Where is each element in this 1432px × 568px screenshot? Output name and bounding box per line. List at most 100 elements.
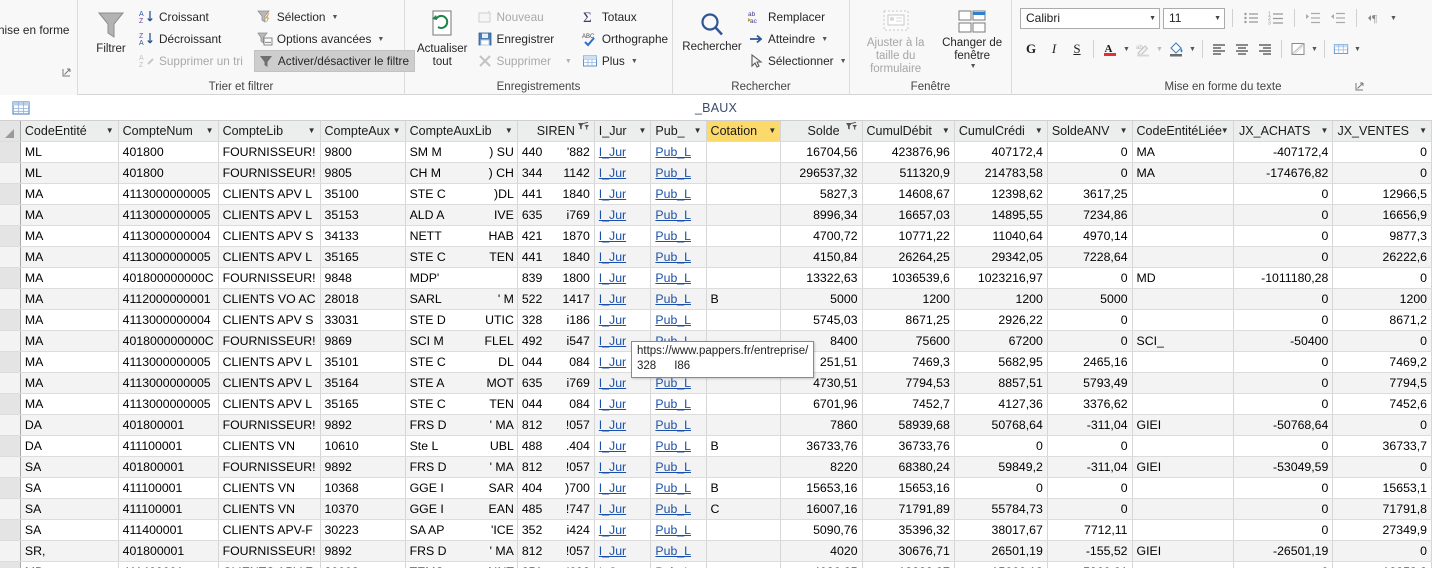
- cell-cumuld-bit[interactable]: 68380,24: [862, 456, 955, 478]
- cell-cumuld-bit[interactable]: 16657,03: [862, 204, 955, 226]
- cell-jx-achats[interactable]: 0: [1233, 246, 1334, 268]
- column-header-codeentit-li-e[interactable]: CodeEntitéLiée ▼: [1132, 121, 1234, 142]
- cell-codeentit-li-e[interactable]: [1132, 393, 1234, 415]
- cell-soldeanv[interactable]: 2465,16: [1047, 351, 1133, 373]
- cell-siren[interactable]: 404)700: [517, 477, 595, 499]
- table-row[interactable]: DA 411100001 CLIENTS VN 10610 Ste L UBL 488 .40…: [0, 435, 1432, 457]
- cell-soldeanv[interactable]: 0: [1047, 477, 1133, 499]
- cell-codeentit-li-e[interactable]: [1132, 288, 1234, 310]
- cell-jx-achats[interactable]: 0: [1233, 372, 1334, 394]
- cell-siren[interactable]: 044 084: [517, 351, 595, 373]
- cell-comptenum[interactable]: 411100001: [118, 477, 219, 499]
- cell-jx-achats[interactable]: -1011180,28: [1233, 267, 1334, 289]
- align-center-button[interactable]: [1231, 38, 1253, 60]
- chevron-down-icon[interactable]: ▼: [1389, 15, 1398, 22]
- table-row[interactable]: MA 4113000000005 CLIENTS APV L 35153 ALD A IV…: [0, 204, 1432, 226]
- cell-cumulcr-di[interactable]: 26501,19: [954, 540, 1048, 562]
- hyperlink-i_jur[interactable]: I_Jur: [599, 313, 626, 327]
- cell-compteauxlib[interactable]: STE C DL: [405, 351, 518, 373]
- cell-jx-ventes[interactable]: 12966,5: [1332, 183, 1432, 205]
- hyperlink-pub_[interactable]: Pub_L: [655, 229, 691, 243]
- cell-i-jur[interactable]: I_Jur: [594, 162, 652, 184]
- hyperlink-pub_[interactable]: Pub_L: [655, 481, 691, 495]
- filter-applied-icon[interactable]: [577, 121, 590, 141]
- cell-i-jur[interactable]: I_Jur: [594, 309, 652, 331]
- cell-comptenum[interactable]: 401800001: [118, 456, 219, 478]
- cell-jx-ventes[interactable]: 0: [1332, 540, 1432, 562]
- cell-solde[interactable]: 5090,76: [780, 519, 863, 541]
- cell-compteauxlib[interactable]: SARL ' M: [405, 288, 518, 310]
- column-header-codeentit-[interactable]: CodeEntité ▼: [20, 121, 119, 142]
- cell-codeentit-[interactable]: SA: [20, 456, 119, 478]
- cell-solde[interactable]: 13322,63: [780, 267, 863, 289]
- sort-descending-button[interactable]: ZA Décroissant: [136, 28, 248, 50]
- cell-cotation[interactable]: [706, 204, 782, 226]
- cell-solde[interactable]: 7860: [780, 414, 863, 436]
- totals-button[interactable]: Σ Totaux: [579, 6, 673, 28]
- chevron-down-icon[interactable]: ▼: [1221, 121, 1229, 141]
- chevron-down-icon[interactable]: ▼: [821, 36, 828, 43]
- chevron-down-icon[interactable]: ▼: [1122, 46, 1131, 53]
- cell-solde[interactable]: 6701,96: [780, 393, 863, 415]
- cell-jx-achats[interactable]: 0: [1233, 351, 1334, 373]
- cell-cotation[interactable]: B: [706, 435, 782, 457]
- cell-soldeanv[interactable]: 0: [1047, 498, 1133, 520]
- record-selector[interactable]: [0, 498, 21, 520]
- cell-comptenum[interactable]: 401800000000C: [118, 267, 219, 289]
- cell-jx-ventes[interactable]: 27349,9: [1332, 519, 1432, 541]
- cell-comptenum[interactable]: 4112000000001: [118, 288, 219, 310]
- cell-cumulcr-di[interactable]: 8857,51: [954, 372, 1048, 394]
- cell-cumulcr-di[interactable]: 15666,13: [954, 561, 1048, 568]
- cell-jx-ventes[interactable]: 1200: [1332, 288, 1432, 310]
- cell-siren[interactable]: 352 i424: [517, 519, 595, 541]
- cell-compteauxlib[interactable]: GGE I EAN: [405, 498, 518, 520]
- cell-pub-[interactable]: Pub_L: [650, 162, 707, 184]
- cell-jx-achats[interactable]: 0: [1233, 561, 1334, 568]
- cell-cumulcr-di[interactable]: 0: [954, 435, 1048, 457]
- cell-compteauxlib[interactable]: STE A MOT: [405, 372, 518, 394]
- cell-comptenum[interactable]: 401800: [118, 162, 219, 184]
- column-header-jx-achats[interactable]: JX_ACHATS ▼: [1233, 121, 1334, 142]
- cell-siren[interactable]: 492 i547: [517, 330, 595, 352]
- chevron-down-icon[interactable]: ▼: [106, 121, 114, 141]
- cell-soldeanv[interactable]: 3376,62: [1047, 393, 1133, 415]
- cell-comptenum[interactable]: 4113000000005: [118, 393, 219, 415]
- cell-i-jur[interactable]: I_Jur: [594, 225, 652, 247]
- cell-jx-ventes[interactable]: 7469,2: [1332, 351, 1432, 373]
- cell-jx-achats[interactable]: -53049,59: [1233, 456, 1334, 478]
- cell-soldeanv[interactable]: 3617,25: [1047, 183, 1133, 205]
- cell-jx-ventes[interactable]: 71791,8: [1332, 498, 1432, 520]
- cell-cumulcr-di[interactable]: 55784,73: [954, 498, 1048, 520]
- cell-solde[interactable]: 16007,16: [780, 498, 863, 520]
- record-selector[interactable]: [0, 162, 21, 184]
- hyperlink-i_jur[interactable]: I_Jur: [599, 229, 626, 243]
- cell-pub-[interactable]: Pub_L: [650, 225, 707, 247]
- table-row[interactable]: ML 401800 FOURNISSEUR! 9805 CH M) CH 344 1142 I…: [0, 162, 1432, 184]
- cell-solde[interactable]: 4026,85: [780, 561, 863, 568]
- cell-comptenum[interactable]: 4113000000005: [118, 204, 219, 226]
- cell-comptenum[interactable]: 411100001: [118, 435, 219, 457]
- cell-soldeanv[interactable]: 4970,14: [1047, 225, 1133, 247]
- select-button[interactable]: Sélectionner ▼: [745, 50, 852, 72]
- cell-soldeanv[interactable]: 5000: [1047, 288, 1133, 310]
- column-header-jx-ventes[interactable]: JX_VENTES ▼: [1332, 121, 1432, 142]
- cell-jx-achats[interactable]: 0: [1233, 288, 1334, 310]
- cell-cotation[interactable]: [706, 141, 782, 163]
- cell-comptelib[interactable]: FOURNISSEUR!: [218, 162, 321, 184]
- spelling-button[interactable]: ABC Orthographe: [579, 28, 673, 50]
- cell-compteauxlib[interactable]: SM M) SU: [405, 141, 518, 163]
- column-header-cumuld-bit[interactable]: CumulDébit ▼: [862, 121, 955, 142]
- cell-cumuld-bit[interactable]: 1200: [862, 288, 955, 310]
- cell-cumulcr-di[interactable]: 67200: [954, 330, 1048, 352]
- cell-cumuld-bit[interactable]: 15653,16: [862, 477, 955, 499]
- cell-siren[interactable]: 488 .404: [517, 435, 595, 457]
- cell-comptenum[interactable]: 411100001: [118, 498, 219, 520]
- cell-compteauxlib[interactable]: NETT HAB: [405, 225, 518, 247]
- record-selector[interactable]: [0, 477, 21, 499]
- underline-button[interactable]: S: [1066, 38, 1088, 60]
- cell-codeentit-li-e[interactable]: [1132, 309, 1234, 331]
- hyperlink-pub_[interactable]: Pub_L: [655, 250, 691, 264]
- cell-i-jur[interactable]: I_Jur: [594, 414, 652, 436]
- cell-codeentit-li-e[interactable]: [1132, 351, 1234, 373]
- cell-cumulcr-di[interactable]: 59849,2: [954, 456, 1048, 478]
